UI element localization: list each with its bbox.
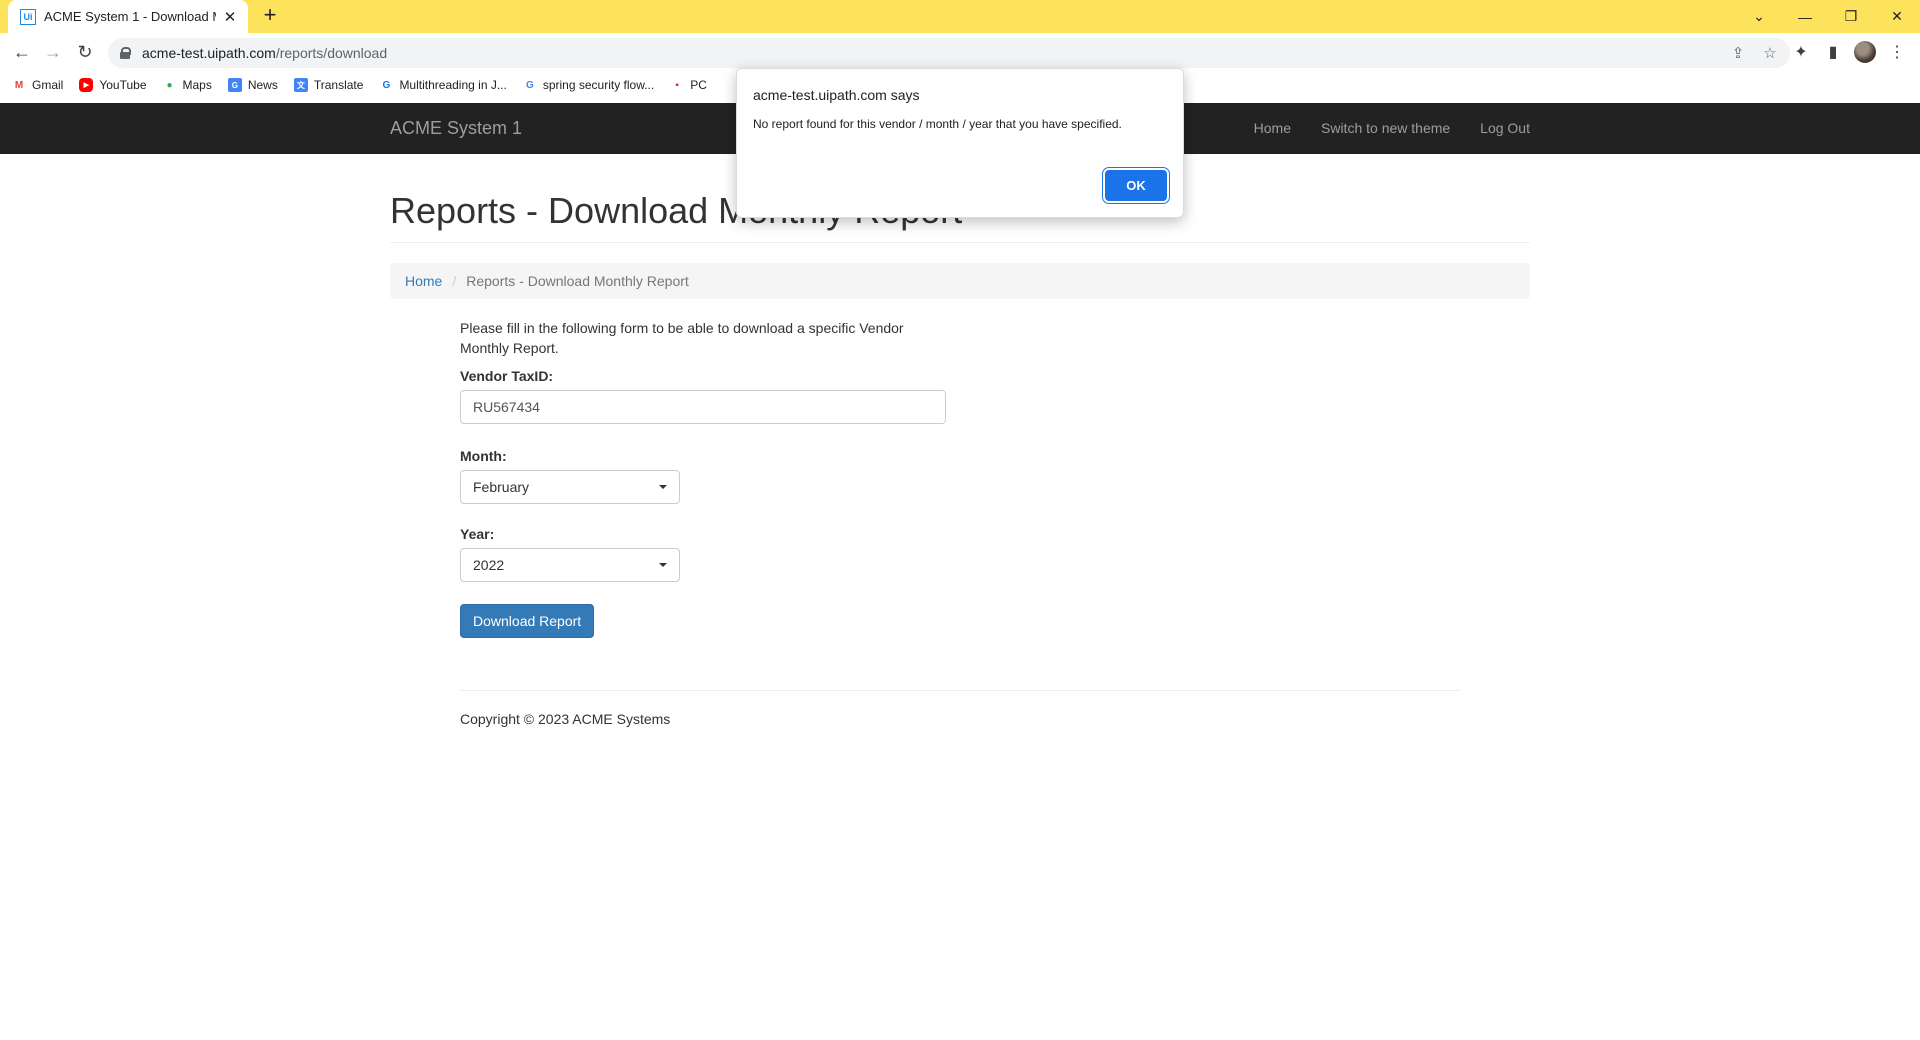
- gmail-icon: M: [14, 79, 24, 91]
- breadcrumb: Home / Reports - Download Monthly Report: [390, 263, 1530, 299]
- bookmark-label: Gmail: [32, 78, 64, 92]
- extensions-icon[interactable]: ✦: [1787, 38, 1815, 66]
- footer: Copyright © 2023 ACME Systems: [460, 690, 1460, 727]
- minimize-icon[interactable]: —: [1782, 0, 1828, 33]
- url-path: /reports/download: [275, 45, 388, 61]
- bookmark-youtube[interactable]: ▶ YouTube: [79, 78, 147, 92]
- dialog-title: acme-test.uipath.com says: [753, 87, 920, 103]
- form-intro-text: Please fill in the following form to be …: [460, 320, 904, 356]
- dialog-message: No report found for this vendor / month …: [753, 117, 1122, 131]
- bookmark-label: Multithreading in J...: [399, 78, 507, 92]
- caret-down-icon: [659, 485, 667, 489]
- tab-search-icon[interactable]: ⌄: [1736, 0, 1782, 33]
- breadcrumb-separator: /: [452, 273, 457, 289]
- nav-home-link[interactable]: Home: [1254, 120, 1291, 136]
- lock-icon[interactable]: [120, 47, 131, 59]
- new-tab-icon[interactable]: +: [258, 4, 282, 28]
- browser-tab[interactable]: Ui ACME System 1 - Download Mon ✕: [8, 0, 248, 33]
- bookmark-label: Maps: [182, 78, 212, 92]
- nav-switch-theme-link[interactable]: Switch to new theme: [1321, 120, 1450, 136]
- menu-icon[interactable]: ⋮: [1883, 38, 1911, 66]
- bookmarks-bar: M Gmail ▶ YouTube ● Maps G News 文 Transl…: [0, 69, 723, 101]
- restore-icon[interactable]: ❐: [1828, 0, 1874, 33]
- maps-icon: ●: [166, 79, 173, 91]
- avatar: [1854, 41, 1876, 63]
- caret-down-icon: [659, 563, 667, 567]
- news-icon: G: [227, 78, 242, 92]
- share-icon[interactable]: ⇪: [1726, 41, 1750, 65]
- bookmark-multithreading[interactable]: G Multithreading in J...: [379, 78, 507, 92]
- reload-icon[interactable]: ↻: [71, 38, 99, 66]
- vendor-taxid-label: Vendor TaxID:: [460, 368, 554, 384]
- bookmark-gmail[interactable]: M Gmail: [12, 78, 64, 92]
- address-bar[interactable]: acme-test.uipath.com/reports/download ⇪ …: [108, 38, 1790, 68]
- bookmark-pc[interactable]: ▪ PC: [670, 78, 707, 92]
- forward-icon[interactable]: →: [39, 38, 67, 66]
- bookmark-spring-security[interactable]: G spring security flow...: [523, 78, 654, 92]
- year-selected-value: 2022: [473, 557, 505, 573]
- download-report-button[interactable]: Download Report: [460, 604, 595, 638]
- month-select[interactable]: February: [460, 470, 680, 504]
- brand-link[interactable]: ACME System 1: [390, 118, 522, 139]
- bookmark-label: PC: [690, 78, 707, 92]
- dialog-ok-button[interactable]: OK: [1105, 170, 1167, 201]
- bookmark-star-icon[interactable]: ☆: [1758, 41, 1782, 65]
- bookmark-label: Translate: [313, 78, 364, 92]
- bookmark-label: spring security flow...: [542, 78, 655, 92]
- alert-dialog: acme-test.uipath.com says No report foun…: [736, 68, 1184, 218]
- translate-icon: 文: [293, 78, 308, 92]
- bookmark-label: News: [247, 78, 278, 92]
- month-selected-value: February: [473, 479, 530, 495]
- breadcrumb-home-link[interactable]: Home: [405, 273, 442, 289]
- bookmark-news[interactable]: G News: [227, 78, 278, 92]
- profile-avatar[interactable]: [1851, 38, 1879, 66]
- browser-tab-strip: Ui ACME System 1 - Download Mon ✕ + ⌄ — …: [0, 0, 1920, 33]
- url-host: acme-test.uipath.com: [142, 45, 276, 61]
- back-icon[interactable]: ←: [8, 38, 36, 66]
- bookmark-translate[interactable]: 文 Translate: [293, 78, 364, 92]
- google-icon: G: [525, 79, 534, 91]
- bookmark-maps[interactable]: ● Maps: [163, 78, 212, 92]
- month-label: Month:: [460, 448, 507, 464]
- bookmark-label: YouTube: [99, 78, 147, 92]
- tab-title: ACME System 1 - Download Mon: [44, 9, 216, 24]
- close-tab-icon[interactable]: ✕: [222, 8, 238, 26]
- g-icon: G: [382, 79, 391, 91]
- vendor-taxid-input[interactable]: RU567434: [460, 390, 946, 424]
- youtube-icon: ▶: [79, 78, 94, 92]
- bookmark-icon: ▪: [675, 79, 679, 91]
- nav-links: Home Switch to new theme Log Out: [1224, 120, 1530, 136]
- download-report-form: Please fill in the following form to be …: [460, 318, 946, 638]
- nav-logout-link[interactable]: Log Out: [1480, 120, 1530, 136]
- breadcrumb-current: Reports - Download Monthly Report: [466, 273, 689, 289]
- close-window-icon[interactable]: ✕: [1874, 0, 1920, 33]
- copyright-text: Copyright © 2023 ACME Systems: [460, 711, 671, 727]
- year-label: Year:: [460, 526, 495, 542]
- uipath-favicon-icon: Ui: [20, 8, 36, 25]
- side-panel-icon[interactable]: ▮: [1819, 38, 1847, 66]
- year-select[interactable]: 2022: [460, 548, 680, 582]
